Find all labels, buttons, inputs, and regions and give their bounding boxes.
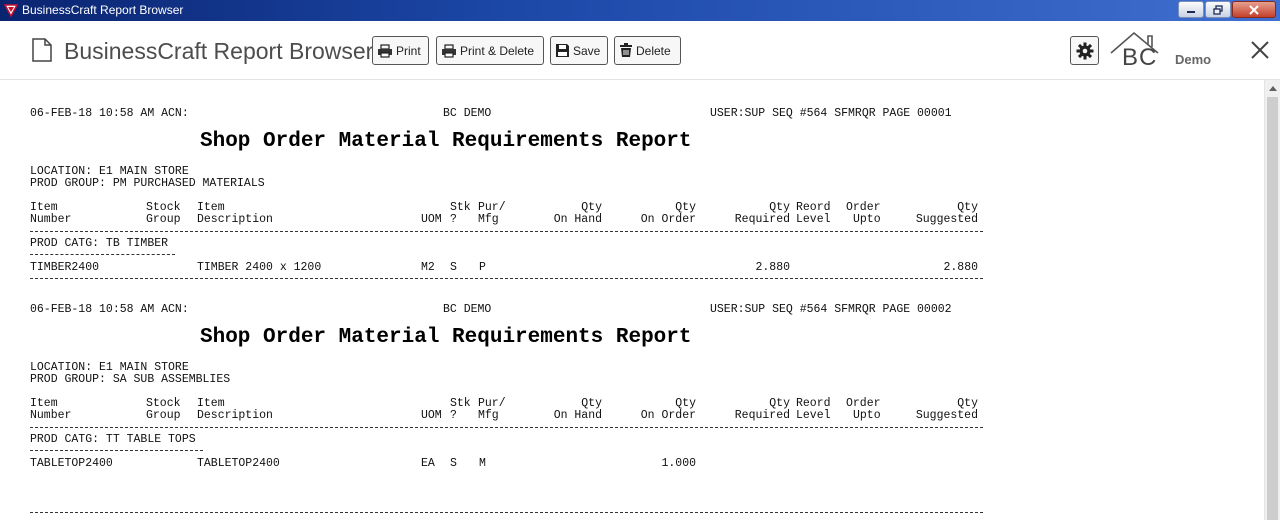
col-order-header-2: Upto — [853, 213, 881, 226]
report-page: 06-FEB-18 10:58 AM ACN: BC DEMO USER:SUP… — [0, 276, 1264, 520]
col-required-header-2: Required — [734, 409, 790, 422]
col-suggested-header-2: Suggested — [915, 409, 978, 422]
col-onhand-header-2: On Hand — [553, 409, 602, 422]
scroll-thumb[interactable] — [1267, 97, 1278, 520]
scroll-up-button[interactable] — [1265, 80, 1280, 96]
printer-icon — [378, 43, 392, 58]
bc-logo: BC — [1108, 31, 1170, 71]
row-qty-suggested: 2.880 — [943, 261, 978, 274]
report-page: 06-FEB-18 10:58 AM ACN: BC DEMO USER:SUP… — [0, 80, 1264, 279]
settings-button[interactable] — [1070, 36, 1099, 65]
report-title: Shop Order Material Requirements Report — [200, 326, 692, 349]
print-delete-button[interactable]: Print & Delete — [436, 36, 544, 65]
col-uom-header: UOM — [421, 213, 442, 226]
trash-icon — [620, 43, 632, 57]
window-close-button[interactable] — [1232, 1, 1276, 18]
col-uom-header: UOM — [421, 409, 442, 422]
window-title-bar: BusinessCraft Report Browser — [0, 0, 1280, 21]
report-header-datetime: 06-FEB-18 10:58 AM ACN: — [30, 107, 189, 120]
logo-text: BC — [1122, 44, 1158, 71]
col-required-header-2: Required — [734, 213, 790, 226]
divider — [30, 427, 983, 428]
col-stock-header-2: Group — [146, 409, 181, 422]
report-prod-catg: PROD CATG: TT TABLE TOPS — [30, 433, 196, 446]
col-suggested-header-2: Suggested — [915, 213, 978, 226]
col-stk-header-2: ? — [450, 409, 457, 422]
restore-button[interactable] — [1205, 1, 1231, 18]
report-view: 06-FEB-18 10:58 AM ACN: BC DEMO USER:SUP… — [0, 80, 1264, 520]
report-title: Shop Order Material Requirements Report — [200, 130, 692, 153]
close-report-button[interactable] — [1248, 38, 1272, 62]
print-label: Print — [396, 43, 421, 58]
print-delete-label: Print & Delete — [460, 43, 535, 58]
col-onhand-header-2: On Hand — [553, 213, 602, 226]
col-pur-header-2: Mfg — [478, 409, 499, 422]
delete-label: Delete — [636, 43, 671, 58]
save-label: Save — [573, 43, 601, 58]
col-item-header-2: Number — [30, 213, 72, 226]
gear-icon — [1076, 42, 1093, 59]
floppy-disk-icon — [556, 44, 569, 57]
row-pur-mfg: P — [479, 261, 486, 274]
print-button[interactable]: Print — [372, 36, 429, 65]
minimize-button[interactable] — [1178, 1, 1204, 18]
row-stk: S — [450, 457, 457, 470]
window-title: BusinessCraft Report Browser — [22, 3, 184, 17]
chevron-up-icon — [1268, 85, 1277, 91]
document-icon — [32, 38, 52, 62]
row-qty-required: 2.880 — [755, 261, 790, 274]
row-uom: EA — [421, 457, 435, 470]
row-uom: M2 — [421, 261, 435, 274]
row-stk: S — [450, 261, 457, 274]
row-pur-mfg: M — [479, 457, 486, 470]
report-header-company: BC DEMO — [443, 303, 492, 316]
col-pur-header-2: Mfg — [478, 213, 499, 226]
printer-icon — [442, 43, 456, 58]
col-reord-header-2: Level — [796, 213, 831, 226]
col-stock-header-2: Group — [146, 213, 181, 226]
save-button[interactable]: Save — [550, 36, 608, 65]
row-item-description: TIMBER 2400 x 1200 — [197, 261, 322, 274]
delete-button[interactable]: Delete — [614, 36, 681, 65]
close-icon — [1249, 4, 1259, 15]
app-title: BusinessCraft Report Browser — [64, 38, 374, 64]
report-prod-group: PROD GROUP: SA SUB ASSEMBLIES — [30, 373, 231, 386]
col-onorder-header-2: On Order — [640, 409, 696, 422]
divider — [30, 231, 983, 232]
toolbar: BusinessCraft Report Browser Print Print… — [0, 21, 1280, 80]
report-header-user: USER:SUP SEQ #564 SFMRQR PAGE 00001 — [710, 107, 952, 120]
report-header-datetime: 06-FEB-18 10:58 AM ACN: — [30, 303, 189, 316]
row-qty-on-order: 1.000 — [661, 457, 696, 470]
row-item-number: TABLETOP2400 — [30, 457, 113, 470]
divider — [30, 450, 203, 451]
report-prod-catg: PROD CATG: TB TIMBER — [30, 237, 169, 250]
row-item-number: TIMBER2400 — [30, 261, 100, 274]
col-stk-header-2: ? — [450, 213, 457, 226]
col-desc-header-2: Description — [197, 409, 273, 422]
col-onorder-header-2: On Order — [640, 213, 696, 226]
report-header-user: USER:SUP SEQ #564 SFMRQR PAGE 00002 — [710, 303, 952, 316]
report-prod-group: PROD GROUP: PM PURCHASED MATERIALS — [30, 177, 265, 190]
minimize-icon — [1187, 10, 1195, 13]
restore-icon — [1213, 4, 1223, 15]
company-name: Demo — [1175, 52, 1212, 67]
divider — [30, 254, 175, 255]
vertical-scrollbar[interactable] — [1264, 80, 1280, 520]
divider — [30, 512, 983, 513]
col-desc-header-2: Description — [197, 213, 273, 226]
report-header-company: BC DEMO — [443, 107, 492, 120]
row-item-description: TABLETOP2400 — [197, 457, 280, 470]
col-reord-header-2: Level — [796, 409, 831, 422]
app-icon — [4, 4, 18, 17]
col-order-header-2: Upto — [853, 409, 881, 422]
col-item-header-2: Number — [30, 409, 72, 422]
